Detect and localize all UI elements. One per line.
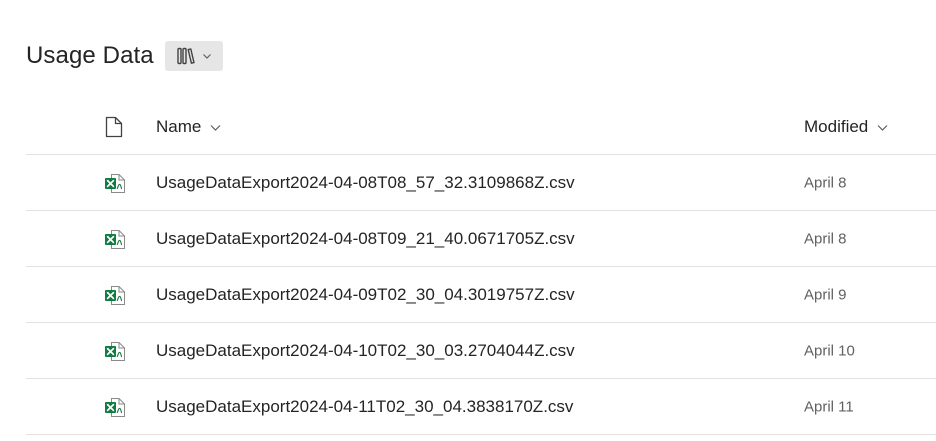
file-name-link[interactable]: UsageDataExport2024-04-11T02_30_04.38381… — [156, 397, 573, 417]
excel-csv-icon — [104, 284, 125, 306]
excel-csv-icon — [104, 228, 125, 250]
column-header-row: Name Modified — [26, 100, 936, 155]
excel-csv-icon — [104, 340, 125, 362]
name-column-label: Name — [156, 117, 202, 136]
modified-column-label: Modified — [804, 117, 869, 136]
modified-column-header[interactable]: Modified — [804, 117, 888, 137]
modified-date: April 11 — [804, 398, 854, 415]
document-icon[interactable] — [104, 116, 124, 138]
file-list: Name Modified UsageDataExport2024-04-08T… — [26, 100, 936, 435]
page-title: Usage Data — [26, 42, 154, 69]
file-name-link[interactable]: UsageDataExport2024-04-10T02_30_03.27040… — [156, 341, 575, 361]
library-icon — [176, 46, 196, 66]
view-switcher-button[interactable] — [164, 41, 223, 71]
file-row[interactable]: UsageDataExport2024-04-09T02_30_04.30197… — [26, 267, 936, 323]
file-row[interactable]: UsageDataExport2024-04-08T08_57_32.31098… — [26, 155, 936, 211]
file-row[interactable]: UsageDataExport2024-04-10T02_30_03.27040… — [26, 323, 936, 379]
excel-csv-icon — [104, 172, 125, 194]
modified-date: April 9 — [804, 286, 847, 303]
name-column-header[interactable]: Name — [156, 117, 221, 137]
chevron-down-icon — [202, 51, 212, 61]
modified-date: April 8 — [804, 174, 847, 191]
library-header: Usage Data — [26, 40, 223, 72]
file-row[interactable]: UsageDataExport2024-04-08T09_21_40.06717… — [26, 211, 936, 267]
chevron-down-icon — [877, 117, 888, 137]
modified-date: April 8 — [804, 230, 847, 247]
excel-csv-icon — [104, 396, 125, 418]
document-library-page: Usage Data Name Modified UsageDataExport… — [0, 0, 936, 441]
file-name-link[interactable]: UsageDataExport2024-04-08T08_57_32.31098… — [156, 173, 575, 193]
chevron-down-icon — [210, 117, 221, 137]
file-name-link[interactable]: UsageDataExport2024-04-08T09_21_40.06717… — [156, 229, 575, 249]
file-name-link[interactable]: UsageDataExport2024-04-09T02_30_04.30197… — [156, 285, 575, 305]
modified-date: April 10 — [804, 342, 855, 359]
file-row[interactable]: UsageDataExport2024-04-11T02_30_04.38381… — [26, 379, 936, 435]
